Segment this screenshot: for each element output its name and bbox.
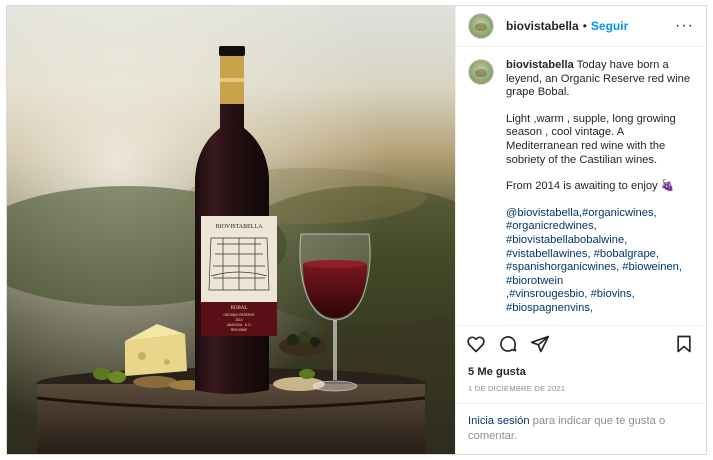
heart-icon[interactable] [466,334,488,356]
wine-bottle-scene: BIOVISTABELLA BOBAL ORGANIC RESERVE 2014… [7,6,455,454]
label-variety: BOBAL [231,306,248,311]
hashtag-line[interactable]: #organicredwines, [506,220,694,234]
bookmark-icon[interactable] [674,334,696,356]
post-sidebar: biovistabella • Seguir ··· biovistabella… [455,6,706,454]
likes-count[interactable]: 5 Me gusta [456,364,706,378]
hashtag-line[interactable]: #biorotwein [506,275,694,289]
comment-icon[interactable] [498,334,520,356]
label-line1: ORGANIC RESERVE [224,313,255,317]
more-options-icon[interactable]: ··· [675,17,694,35]
action-bar [456,325,706,364]
avatar[interactable] [468,13,494,39]
label-brand: BIOVISTABELLA [216,224,264,230]
caption-area: biovistabella Today have born a leyend, … [456,47,706,325]
caption-avatar[interactable] [468,59,494,85]
header-username[interactable]: biovistabella [506,19,579,33]
caption: biovistabella Today have born a leyend, … [506,59,694,316]
hashtags[interactable]: @biovistabella,#organicwines, #organicre… [506,207,694,316]
post-date: 1 DE DICIEMBRE DE 2021 [456,378,706,404]
label-line4: RED WINE [231,328,247,332]
label-line2: 2014 [235,318,242,322]
login-prompt: Inicia sesión para indicar que te gusta … [456,404,706,454]
hashtag-line[interactable]: #vistabellawines, #bobalgrape, [506,248,694,262]
hashtag-line[interactable]: #biovistabellabobalwine, [506,234,694,248]
caption-text-2: Light ,warm , supple, long growing seaso… [506,112,676,166]
post-header: biovistabella • Seguir ··· [456,6,706,47]
hashtag-line[interactable]: #biospagnenvins, [506,302,694,316]
hashtag-line[interactable]: #spanishorganicwines, #bioweinen, [506,261,694,275]
post-card: BIOVISTABELLA BOBAL ORGANIC RESERVE 2014… [6,5,707,455]
login-link[interactable]: Inicia sesión [468,415,530,427]
post-image[interactable]: BIOVISTABELLA BOBAL ORGANIC RESERVE 2014… [7,6,455,454]
hashtag-line[interactable]: @biovistabella,#organicwines, [506,207,694,221]
grape-emoji-icon: 🍇 [660,180,675,193]
share-icon[interactable] [530,334,552,356]
caption-text-3: From 2014 is awaiting to enjoy [506,180,658,193]
caption-username[interactable]: biovistabella [506,59,574,71]
header-separator: • [582,19,587,33]
label-line3: VALENCIA · D.O. [227,323,252,327]
follow-button[interactable]: Seguir [591,19,628,33]
hashtag-line[interactable]: ,#vinsrougesbio, #biovins, [506,288,694,302]
